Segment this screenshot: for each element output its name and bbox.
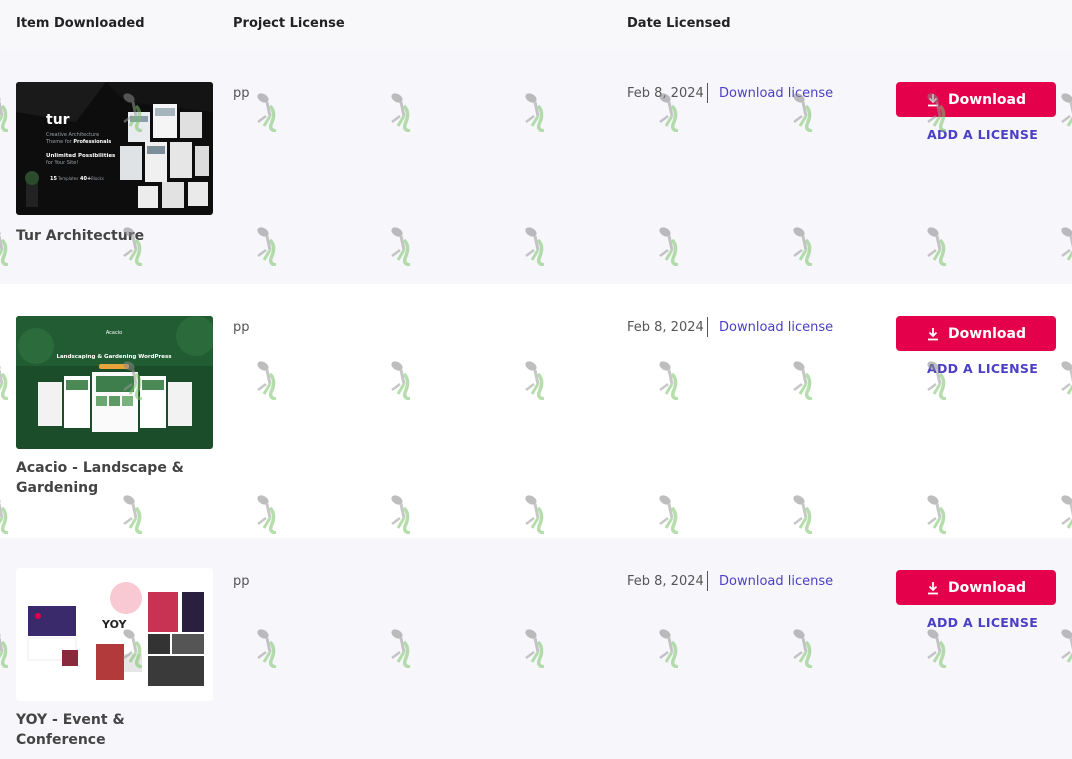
- add-license-button[interactable]: ADD A LICENSE: [927, 615, 1038, 630]
- download-license-link[interactable]: Download license: [719, 574, 833, 589]
- download-button-label: Download: [947, 91, 1027, 108]
- item-thumbnail[interactable]: Acacio Landscaping & Gardening WordPress: [16, 316, 213, 449]
- tur-logo-text: tur: [46, 112, 70, 128]
- item-title[interactable]: Tur Architecture: [16, 226, 206, 246]
- item-thumbnail[interactable]: YOY: [16, 568, 213, 701]
- acacio-headline: Landscaping & Gardening WordPress: [56, 354, 172, 360]
- download-button[interactable]: Download: [896, 82, 1056, 117]
- tur-headline-1: Unlimited Possibilities: [46, 153, 116, 159]
- date-licensed-value: Feb 8, 2024: [627, 574, 704, 589]
- tur-stat-2-label: Blocks: [91, 176, 104, 181]
- date-licensed-value: Feb 8, 2024: [627, 320, 704, 335]
- download-button[interactable]: Download: [896, 316, 1056, 351]
- tur-headline-2: for Your Site!: [46, 160, 78, 166]
- item-thumbnail[interactable]: tur Creative Architecture Theme for Prof…: [16, 82, 213, 215]
- header-item-downloaded: Item Downloaded: [16, 16, 145, 31]
- tur-thumbnail-image: tur Creative Architecture Theme for Prof…: [16, 82, 213, 215]
- divider: [707, 83, 708, 103]
- item-title[interactable]: YOY - Event & Conference: [16, 710, 206, 750]
- header-date-licensed: Date Licensed: [627, 16, 731, 31]
- download-icon: [927, 581, 938, 594]
- item-title[interactable]: Acacio - Landscape & Gardening: [16, 458, 206, 498]
- project-license-value: pp: [233, 86, 250, 101]
- download-button-label: Download: [947, 579, 1027, 596]
- tur-stat-2: 40+: [80, 176, 91, 182]
- table-row: YOY YOY - Event & Conference pp Feb 8, 2…: [0, 538, 1072, 759]
- project-license-value: pp: [233, 320, 250, 335]
- table-row: Acacio Landscaping & Gardening WordPress: [0, 284, 1072, 538]
- download-button-label: Download: [947, 325, 1027, 342]
- header-project-license: Project License: [233, 16, 345, 31]
- download-icon: [927, 93, 938, 106]
- download-icon: [927, 327, 938, 340]
- divider: [707, 571, 708, 591]
- add-license-button[interactable]: ADD A LICENSE: [927, 127, 1038, 142]
- acacio-thumbnail-image: Acacio Landscaping & Gardening WordPress: [16, 316, 213, 449]
- tur-tagline-2: Theme for Professionals: [45, 139, 111, 145]
- project-license-value: pp: [233, 574, 250, 589]
- date-licensed-value: Feb 8, 2024: [627, 86, 704, 101]
- download-license-link[interactable]: Download license: [719, 320, 833, 335]
- tur-stat-1-label: Templates: [57, 176, 78, 181]
- acacio-logo-text: Acacio: [106, 330, 122, 336]
- yoy-logo-text: YOY: [101, 618, 128, 631]
- downloads-page: Item Downloaded Project License Date Lic…: [0, 0, 1072, 759]
- yoy-thumbnail-image: YOY: [16, 568, 213, 701]
- table-row: tur Creative Architecture Theme for Prof…: [0, 50, 1072, 284]
- table-header: Item Downloaded Project License Date Lic…: [0, 0, 1072, 50]
- download-button[interactable]: Download: [896, 570, 1056, 605]
- divider: [707, 317, 708, 337]
- download-license-link[interactable]: Download license: [719, 86, 833, 101]
- tur-stat-1: 15: [50, 176, 57, 182]
- tur-tagline-1: Creative Architecture: [46, 132, 99, 138]
- add-license-button[interactable]: ADD A LICENSE: [927, 361, 1038, 376]
